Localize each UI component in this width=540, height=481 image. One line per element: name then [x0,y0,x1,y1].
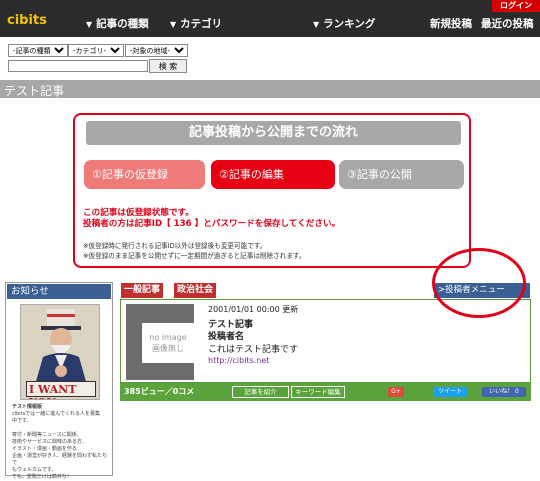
introduce-article-button[interactable]: 記事を紹介 [232,386,289,398]
article-kind-select[interactable]: -記事の種類- [8,44,68,57]
publish-flow-box: 記事投稿から公開までの流れ ①記事の仮登録 ②記事の編集 ③記事の公開 この記事… [73,113,471,268]
triangle-down-icon: ▼ [170,20,177,29]
site-logo[interactable]: cibits [7,13,47,28]
category-title: テスト記事 [4,84,65,98]
poster-caption: I WANT YOU [29,383,77,399]
news-line: イラスト・漫画・動画を作る、 [12,446,82,452]
article-date: 2001/01/01 00:00 更新 [208,305,299,314]
site-header: cibits ログイン ▼ 記事の種類 ▼ カテゴリ ▼ ランキング 新規投稿 最近の… [0,0,540,37]
news-line: 寄付・新聞等ニュースに関係、 [12,432,82,438]
nav-category[interactable]: ▼ カテゴリ [170,16,222,31]
view-count: 385ビュー／0コメ [124,387,195,396]
nav-recent-posts[interactable]: 最近の投稿 [481,16,534,31]
note-line: ※仮登録時に発行される記事ID以外は登録後も変更可能です。 [83,242,267,250]
article-body: これはテスト記事です [208,345,299,355]
news-line: テスト情報版 [12,404,43,410]
notice-line: この記事は仮登録状態です。 [83,208,194,218]
region-select[interactable]: -対象の地域- [125,44,188,57]
search-input[interactable] [8,60,148,72]
triangle-down-icon: ▼ [86,20,93,29]
search-button[interactable]: 検 索 [149,59,187,73]
nav-ranking-label: ランキング [323,18,376,30]
step-publish: ③記事の公開 [339,160,464,189]
highlight-circle-annotation [432,248,526,318]
news-line [12,425,110,432]
nav-new-post[interactable]: 新規投稿 [430,16,472,31]
tag-general-article[interactable]: 一般記事 [121,283,164,298]
google-plus-button[interactable]: G+ [388,387,404,397]
tag-politics-society[interactable]: 政治社会 [174,283,217,298]
temp-registration-notice: この記事は仮登録状態です。 投稿者の方は記事ID【 136 】とパスワードを保存… [83,208,340,230]
news-line: 中です。 [12,418,32,424]
step-edit: ②記事の編集 [211,160,335,189]
login-button[interactable]: ログイン [492,0,540,12]
nav-article-kind-label: 記事の種類 [96,18,149,30]
news-line: もウェルカムです。 [12,467,57,473]
facebook-like-button[interactable]: いいね！ 0 [482,387,526,397]
article-footer: 385ビュー／0コメ 記事を紹介 キーワード編集 G+ ツイート いいね！ 0 [120,383,531,401]
news-line: 企画・運営が好き人、経験を問わず私たちで [12,453,108,466]
flow-title: 記事投稿から公開までの流れ [86,121,461,145]
note-line: ※仮登録のまま記事を公開せずに一定期間が過ぎると記事は削除されます。 [83,252,306,260]
tweet-button[interactable]: ツイート [433,387,467,397]
uncle-sam-poster-image[interactable]: I WANT YOU [20,304,100,400]
article-url[interactable]: http://cibits.net [208,356,269,365]
news-line: cibitsでは一緒に進んでくれる人を募集 [12,411,101,417]
no-image-placeholder: no image 画像無し [142,323,194,363]
flow-notes: ※仮登録時に発行される記事ID以外は登録後も変更可能です。 ※仮登録のまま記事を… [83,241,305,261]
triangle-down-icon: ▼ [313,20,320,29]
nav-ranking[interactable]: ▼ ランキング [313,16,375,31]
category-bar: テスト記事 [0,80,540,98]
no-image-text: no image [149,333,187,342]
nav-category-label: カテゴリ [180,18,223,30]
news-title: お知らせ [7,284,111,299]
no-image-text: 画像無し [152,344,184,353]
article-author: 投稿者名 [208,332,245,342]
news-line: 技術やサービスに興味のある方、 [12,439,88,445]
category-select[interactable]: -カテゴリ- [68,44,124,57]
edit-keyword-button[interactable]: キーワード編集 [291,386,345,398]
news-text: テスト情報版 cibitsでは一緒に進んでくれる人を募集 中です。 寄付・新聞等… [12,404,110,481]
notice-line: 投稿者の方は記事ID【 136 】とパスワードを保存してください。 [83,219,341,229]
article-thumbnail[interactable]: no image 画像無し [126,304,194,380]
step-temp-register: ①記事の仮登録 [84,160,205,189]
news-panel: お知らせ I WANT YOU テスト情報版 cibitsでは一緒に進んでくれる… [5,282,113,480]
nav-article-kind[interactable]: ▼ 記事の種類 [86,16,149,31]
